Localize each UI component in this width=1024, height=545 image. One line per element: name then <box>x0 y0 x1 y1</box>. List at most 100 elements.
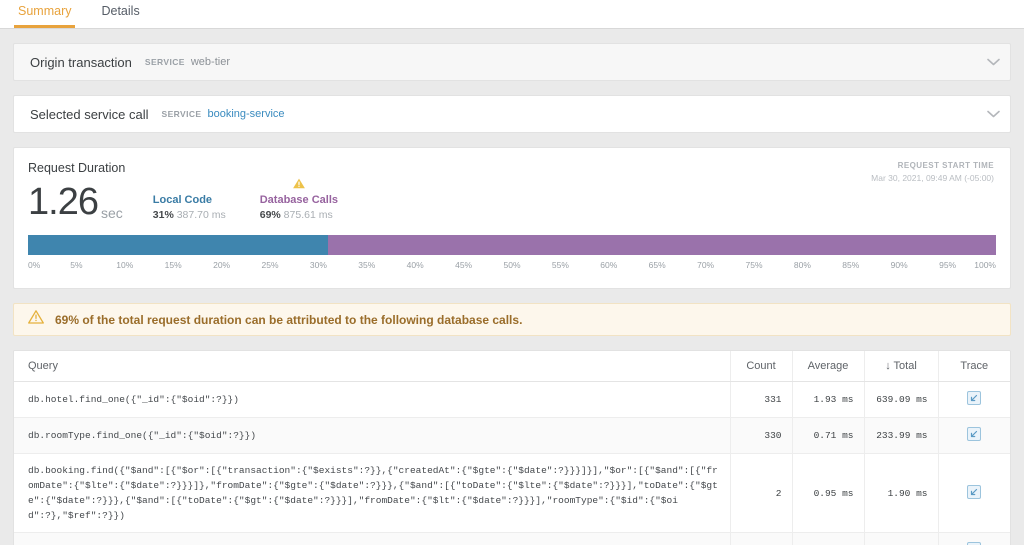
legend-database-calls-percent: 69% <box>259 209 281 221</box>
legend-local-code: Local Code 31% 387.70 ms <box>153 192 226 221</box>
warning-triangle-icon <box>28 310 44 329</box>
axis-tick: 80% <box>793 260 811 270</box>
database-calls-alert: 69% of the total request duration can be… <box>13 303 1011 336</box>
axis-tick: 50% <box>503 260 521 270</box>
axis-tick: 45% <box>455 260 473 270</box>
table-cell-count: 331 <box>729 381 792 418</box>
legend-database-calls: Database Calls 69% 875.61 ms <box>259 178 338 221</box>
legend-local-code-percent: 31% <box>152 209 174 221</box>
duration-bar-chart: 0% 5% 10% 15% 20% 25% 30% 35% 40% 45% 50% 55% 60% 65%… <box>28 235 996 276</box>
axis-tick: 35% <box>358 260 376 270</box>
tab-bar: Summary Details <box>0 0 1024 29</box>
table-cell-trace <box>937 417 1010 454</box>
table-row[interactable]: db.booking.find({"$and":[{"$or":[{"trans… <box>14 453 1010 533</box>
duration-bar-segment-database-calls[interactable] <box>328 235 996 255</box>
selected-service-call-service-label: SERVICE <box>161 109 202 119</box>
table-cell-average: 1.93 ms <box>791 381 864 418</box>
axis-tick: 10% <box>116 260 134 270</box>
axis-tick: 30% <box>309 260 327 270</box>
duration-bar-segment-local-code[interactable] <box>28 235 329 255</box>
table-cell-query: db.hotel.find_one({"_id":{"$oid":?}}) <box>14 381 730 418</box>
table-header-count[interactable]: Count <box>729 351 792 382</box>
axis-tick: 95% <box>939 260 957 270</box>
legend-database-calls-stat: 69% 875.61 ms <box>260 209 338 221</box>
database-calls-table-card: Query Count Average ↓ Total Trace db.hot… <box>13 350 1011 545</box>
table-cell-total: 1.90 ms <box>863 453 938 533</box>
tab-summary[interactable]: Summary <box>14 4 76 28</box>
axis-tick: 75% <box>745 260 763 270</box>
table-cell-total: 0.63 ms <box>863 532 938 545</box>
selected-service-call-row[interactable]: Selected service call SERVICE booking-se… <box>13 95 1011 133</box>
database-calls-alert-text: 69% of the total request duration can be… <box>55 312 523 327</box>
tab-details-label: Details <box>101 4 140 18</box>
table-cell-trace <box>937 532 1010 545</box>
axis-tick: 85% <box>842 260 860 270</box>
request-start-time-block: REQUEST START TIME Mar 30, 2021, 09:49 A… <box>871 161 994 183</box>
axis-tick: 0% <box>28 260 41 270</box>
legend-database-calls-time: 875.61 ms <box>283 209 333 221</box>
open-trace-icon[interactable] <box>967 427 982 441</box>
database-calls-table: Query Count Average ↓ Total Trace db.hot… <box>14 351 1010 545</box>
table-cell-count: 1 <box>729 532 792 545</box>
legend-local-code-time: 387.70 ms <box>176 209 226 221</box>
table-header-row: Query Count Average ↓ Total Trace <box>14 351 1010 382</box>
table-header-total[interactable]: ↓ Total <box>863 351 938 382</box>
origin-transaction-row[interactable]: Origin transaction SERVICE web-tier <box>13 43 1011 81</box>
table-cell-total: 233.99 ms <box>863 417 938 454</box>
table-cell-total: 639.09 ms <box>863 381 938 418</box>
chevron-down-icon[interactable] <box>987 110 1000 118</box>
chevron-down-icon[interactable] <box>987 58 1000 66</box>
table-cell-trace <box>937 381 1010 418</box>
table-cell-average: 0.63 ms <box>791 532 864 545</box>
duration-legend: Local Code 31% 387.70 ms Database Calls … <box>153 178 338 221</box>
legend-local-code-name: Local Code <box>152 194 213 206</box>
duration-metrics: 1.26 sec Local Code 31% 387.70 ms Databa… <box>28 178 996 223</box>
axis-tick: 40% <box>406 260 424 270</box>
axis-tick: 60% <box>600 260 618 270</box>
axis-tick: 5% <box>70 260 83 270</box>
request-duration-title: Request Duration <box>28 161 126 175</box>
selected-service-call-service: SERVICE booking-service <box>162 108 285 120</box>
origin-transaction-title: Origin transaction <box>30 54 132 70</box>
axis-tick: 65% <box>648 260 666 270</box>
axis-tick: 15% <box>164 260 182 270</box>
warning-triangle-icon <box>292 176 305 194</box>
legend-database-calls-name: Database Calls <box>259 194 338 206</box>
duration-value: 1.26 <box>28 181 99 223</box>
selected-service-call-service-value[interactable]: booking-service <box>207 108 284 120</box>
table-cell-query: db.roomType.find_one({"_id":{"$oid":?}}) <box>14 417 730 454</box>
table-cell-average: 0.71 ms <box>791 417 864 454</box>
axis-tick: 70% <box>697 260 715 270</box>
duration-unit: sec <box>100 205 123 221</box>
legend-local-code-stat: 31% 387.70 ms <box>153 209 226 221</box>
origin-transaction-service: SERVICE web-tier <box>145 56 230 68</box>
table-cell-trace <box>937 453 1010 533</box>
table-row[interactable]: db.promotion.find({"fromDate":{"$lte":{"… <box>14 532 1010 545</box>
table-cell-average: 0.95 ms <box>791 453 864 533</box>
open-trace-icon[interactable] <box>967 484 982 499</box>
origin-transaction-service-label: SERVICE <box>144 57 185 67</box>
table-header-query[interactable]: Query <box>14 351 730 382</box>
request-start-time-label: REQUEST START TIME <box>897 161 994 170</box>
apm-trace-summary-page: Summary Details Origin transaction SERVI… <box>0 0 1024 545</box>
origin-transaction-service-value: web-tier <box>190 56 230 68</box>
table-cell-count: 330 <box>729 417 792 454</box>
table-cell-query: db.promotion.find({"fromDate":{"$lte":{"… <box>14 532 730 545</box>
axis-tick: 100% <box>974 260 996 270</box>
table-cell-count: 2 <box>729 453 792 533</box>
duration-bar-axis: 0% 5% 10% 15% 20% 25% 30% 35% 40% 45% 50% 55% 60% 65%… <box>28 260 996 276</box>
tab-details[interactable]: Details <box>97 4 143 28</box>
duration-bar <box>28 235 996 255</box>
request-start-time-value: Mar 30, 2021, 09:49 AM (-05:00) <box>871 173 994 183</box>
selected-service-call-title: Selected service call <box>30 106 149 122</box>
request-duration-card: Request Duration REQUEST START TIME Mar … <box>13 147 1011 289</box>
axis-tick: 55% <box>551 260 569 270</box>
table-row[interactable]: db.roomType.find_one({"_id":{"$oid":?}})… <box>14 417 1010 454</box>
open-trace-icon[interactable] <box>967 391 982 405</box>
table-row[interactable]: db.hotel.find_one({"_id":{"$oid":?}}) 331… <box>14 381 1010 418</box>
table-header-trace: Trace <box>937 351 1010 382</box>
table-cell-query: db.booking.find({"$and":[{"$or":[{"trans… <box>14 453 730 533</box>
table-header-average[interactable]: Average <box>791 351 864 382</box>
axis-tick: 25% <box>261 260 279 270</box>
axis-tick: 90% <box>890 260 908 270</box>
